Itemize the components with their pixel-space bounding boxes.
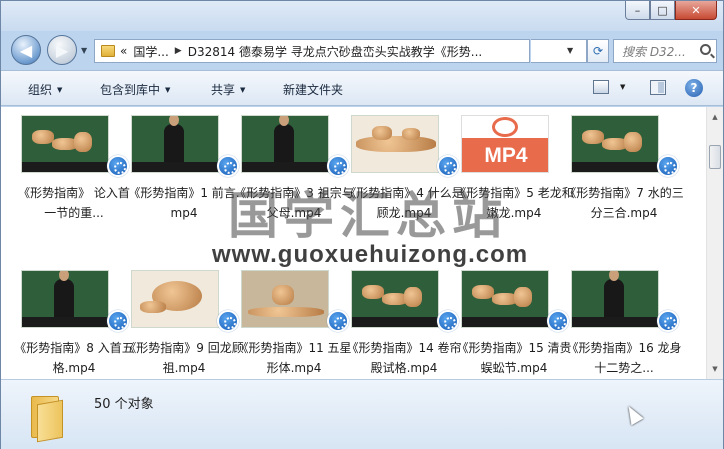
title-bar: – □ ✕	[1, 1, 723, 31]
file-list: 《形势指南》 论入首一节的重... 《形势指南》1 前言.mp4 《形势指南》3 祖…	[1, 107, 723, 379]
search-input[interactable]: 搜索 D32...	[613, 39, 717, 63]
video-thumbnail	[461, 270, 549, 328]
video-thumbnail	[351, 115, 439, 173]
file-name: 《形势指南》15 清贵蜈蚣节.mp4	[456, 341, 572, 375]
object-count: 50 个对象	[94, 397, 154, 412]
media-player-badge-icon	[657, 310, 679, 332]
file-name: 《形势指南》8 入首五格.mp4	[14, 341, 134, 375]
preview-pane-icon[interactable]	[650, 80, 666, 95]
file-name: 《形势指南》5 老龙和嫩龙.mp4	[454, 186, 574, 220]
file-item[interactable]: 《形势指南》3 祖宗与父母.mp4	[234, 115, 354, 225]
file-name: 《形势指南》7 水的三分三合.mp4	[564, 186, 684, 220]
video-thumbnail	[351, 270, 439, 328]
chevron-down-icon: ▼	[165, 86, 171, 94]
new-folder-button[interactable]: 新建文件夹	[283, 81, 343, 98]
file-name: 《形势指南》14 卷帘殿试格.mp4	[346, 341, 462, 375]
change-view-icon[interactable]	[593, 80, 609, 94]
search-icon[interactable]	[700, 44, 711, 55]
file-item[interactable]: 《形势指南》7 水的三分三合.mp4	[564, 115, 684, 225]
organize-menu[interactable]: 组织 ▼	[28, 81, 62, 98]
address-history-dropdown-icon[interactable]: ▼	[567, 46, 573, 55]
media-player-badge-icon	[657, 155, 679, 177]
address-bar[interactable]: « 国学... ▶ D32814 德泰易学 寻龙点穴砂盘峦头实战教学《形势...	[94, 39, 530, 63]
file-item[interactable]: 《形势指南》4 什么是顾龙.mp4	[344, 115, 464, 225]
file-name: 《形势指南》16 龙身十二势之...	[566, 341, 682, 375]
video-thumbnail	[21, 270, 109, 328]
folder-icon	[101, 45, 115, 57]
video-thumbnail	[241, 270, 329, 328]
file-name: 《形势指南》9 回龙顾祖.mp4	[124, 341, 244, 375]
command-bar: 组织 ▼ 包含到库中 ▼ 共享 ▼ 新建文件夹 ▼ ?	[1, 70, 723, 106]
file-item[interactable]: 《形势指南》11 五星形体.mp4	[236, 270, 352, 379]
folder-icon	[31, 392, 65, 443]
view-options-dropdown-icon[interactable]: ▼	[620, 83, 625, 91]
video-thumbnail	[241, 115, 329, 173]
minimize-button[interactable]: –	[625, 1, 650, 20]
back-button[interactable]: ◀	[11, 35, 41, 65]
breadcrumb-segment-parent[interactable]: 国学...	[133, 43, 168, 60]
share-menu[interactable]: 共享 ▼	[211, 81, 245, 98]
scrollbar-thumb[interactable]	[709, 145, 721, 169]
include-in-library-menu[interactable]: 包含到库中 ▼	[100, 81, 170, 98]
maximize-button[interactable]: □	[650, 1, 675, 20]
file-name: 《形势指南》11 五星形体.mp4	[236, 341, 352, 375]
file-item[interactable]: 《形势指南》14 卷帘殿试格.mp4	[346, 270, 462, 379]
video-thumbnail	[131, 115, 219, 173]
file-item[interactable]: MP4 《形势指南》5 老龙和嫩龙.mp4	[454, 115, 574, 225]
breadcrumb-segment-current[interactable]: D32814 德泰易学 寻龙点穴砂盘峦头实战教学《形势...	[188, 43, 483, 60]
scroll-down-icon[interactable]: ▼	[707, 361, 723, 377]
scroll-up-icon[interactable]: ▲	[707, 109, 723, 125]
mp4-label: MP4	[462, 138, 548, 172]
close-button[interactable]: ✕	[675, 1, 717, 20]
refresh-button[interactable]: ⟳	[587, 39, 609, 63]
file-item[interactable]: 《形势指南》8 入首五格.mp4	[14, 270, 134, 379]
chevron-down-icon: ▼	[240, 86, 246, 94]
vertical-scrollbar[interactable]: ▲ ▼	[706, 107, 723, 379]
media-player-badge-icon	[437, 155, 459, 177]
video-thumbnail	[21, 115, 109, 173]
media-player-badge-icon	[547, 310, 569, 332]
forward-button[interactable]: ▶	[47, 35, 77, 65]
file-item[interactable]: 《形势指南》1 前言.mp4	[128, 115, 240, 225]
caption-buttons: – □ ✕	[625, 1, 717, 20]
file-name: 《形势指南》 论入首一节的重...	[18, 186, 130, 220]
details-pane: 50 个对象	[1, 379, 723, 449]
search-placeholder: 搜索 D32...	[622, 44, 686, 59]
mp4-file-icon: MP4	[461, 115, 549, 173]
file-item[interactable]: 《形势指南》 论入首一节的重...	[18, 115, 130, 225]
breadcrumb-chevron-icon[interactable]: ▶	[175, 46, 182, 56]
file-item[interactable]: 《形势指南》9 回龙顾祖.mp4	[124, 270, 244, 379]
breadcrumb-overflow[interactable]: «	[120, 44, 127, 58]
media-player-badge-icon	[327, 155, 349, 177]
media-player-badge-icon	[217, 310, 239, 332]
video-thumbnail	[571, 115, 659, 173]
help-icon[interactable]: ?	[685, 79, 703, 97]
media-player-badge-icon	[327, 310, 349, 332]
media-player-badge-icon	[217, 155, 239, 177]
media-player-badge-icon	[107, 155, 129, 177]
file-name: 《形势指南》3 祖宗与父母.mp4	[234, 186, 354, 220]
address-bar-tail[interactable]: ▼	[531, 39, 587, 63]
file-item[interactable]: 《形势指南》16 龙身十二势之...	[566, 270, 682, 379]
navigation-bar: ◀ ▶ ▼ « 国学... ▶ D32814 德泰易学 寻龙点穴砂盘峦头实战教学…	[1, 32, 723, 70]
video-thumbnail	[571, 270, 659, 328]
video-thumbnail	[131, 270, 219, 328]
recent-pages-dropdown-icon[interactable]: ▼	[81, 46, 87, 55]
chevron-down-icon: ▼	[57, 86, 63, 94]
explorer-window: – □ ✕ ◀ ▶ ▼ « 国学... ▶ D32814 德泰易学 寻龙点穴砂盘…	[0, 0, 724, 449]
file-item[interactable]: 《形势指南》15 清贵蜈蚣节.mp4	[456, 270, 572, 379]
file-name: 《形势指南》4 什么是顾龙.mp4	[344, 186, 464, 220]
media-player-badge-icon	[437, 310, 459, 332]
file-name: 《形势指南》1 前言.mp4	[128, 186, 240, 220]
media-player-badge-icon	[107, 310, 129, 332]
